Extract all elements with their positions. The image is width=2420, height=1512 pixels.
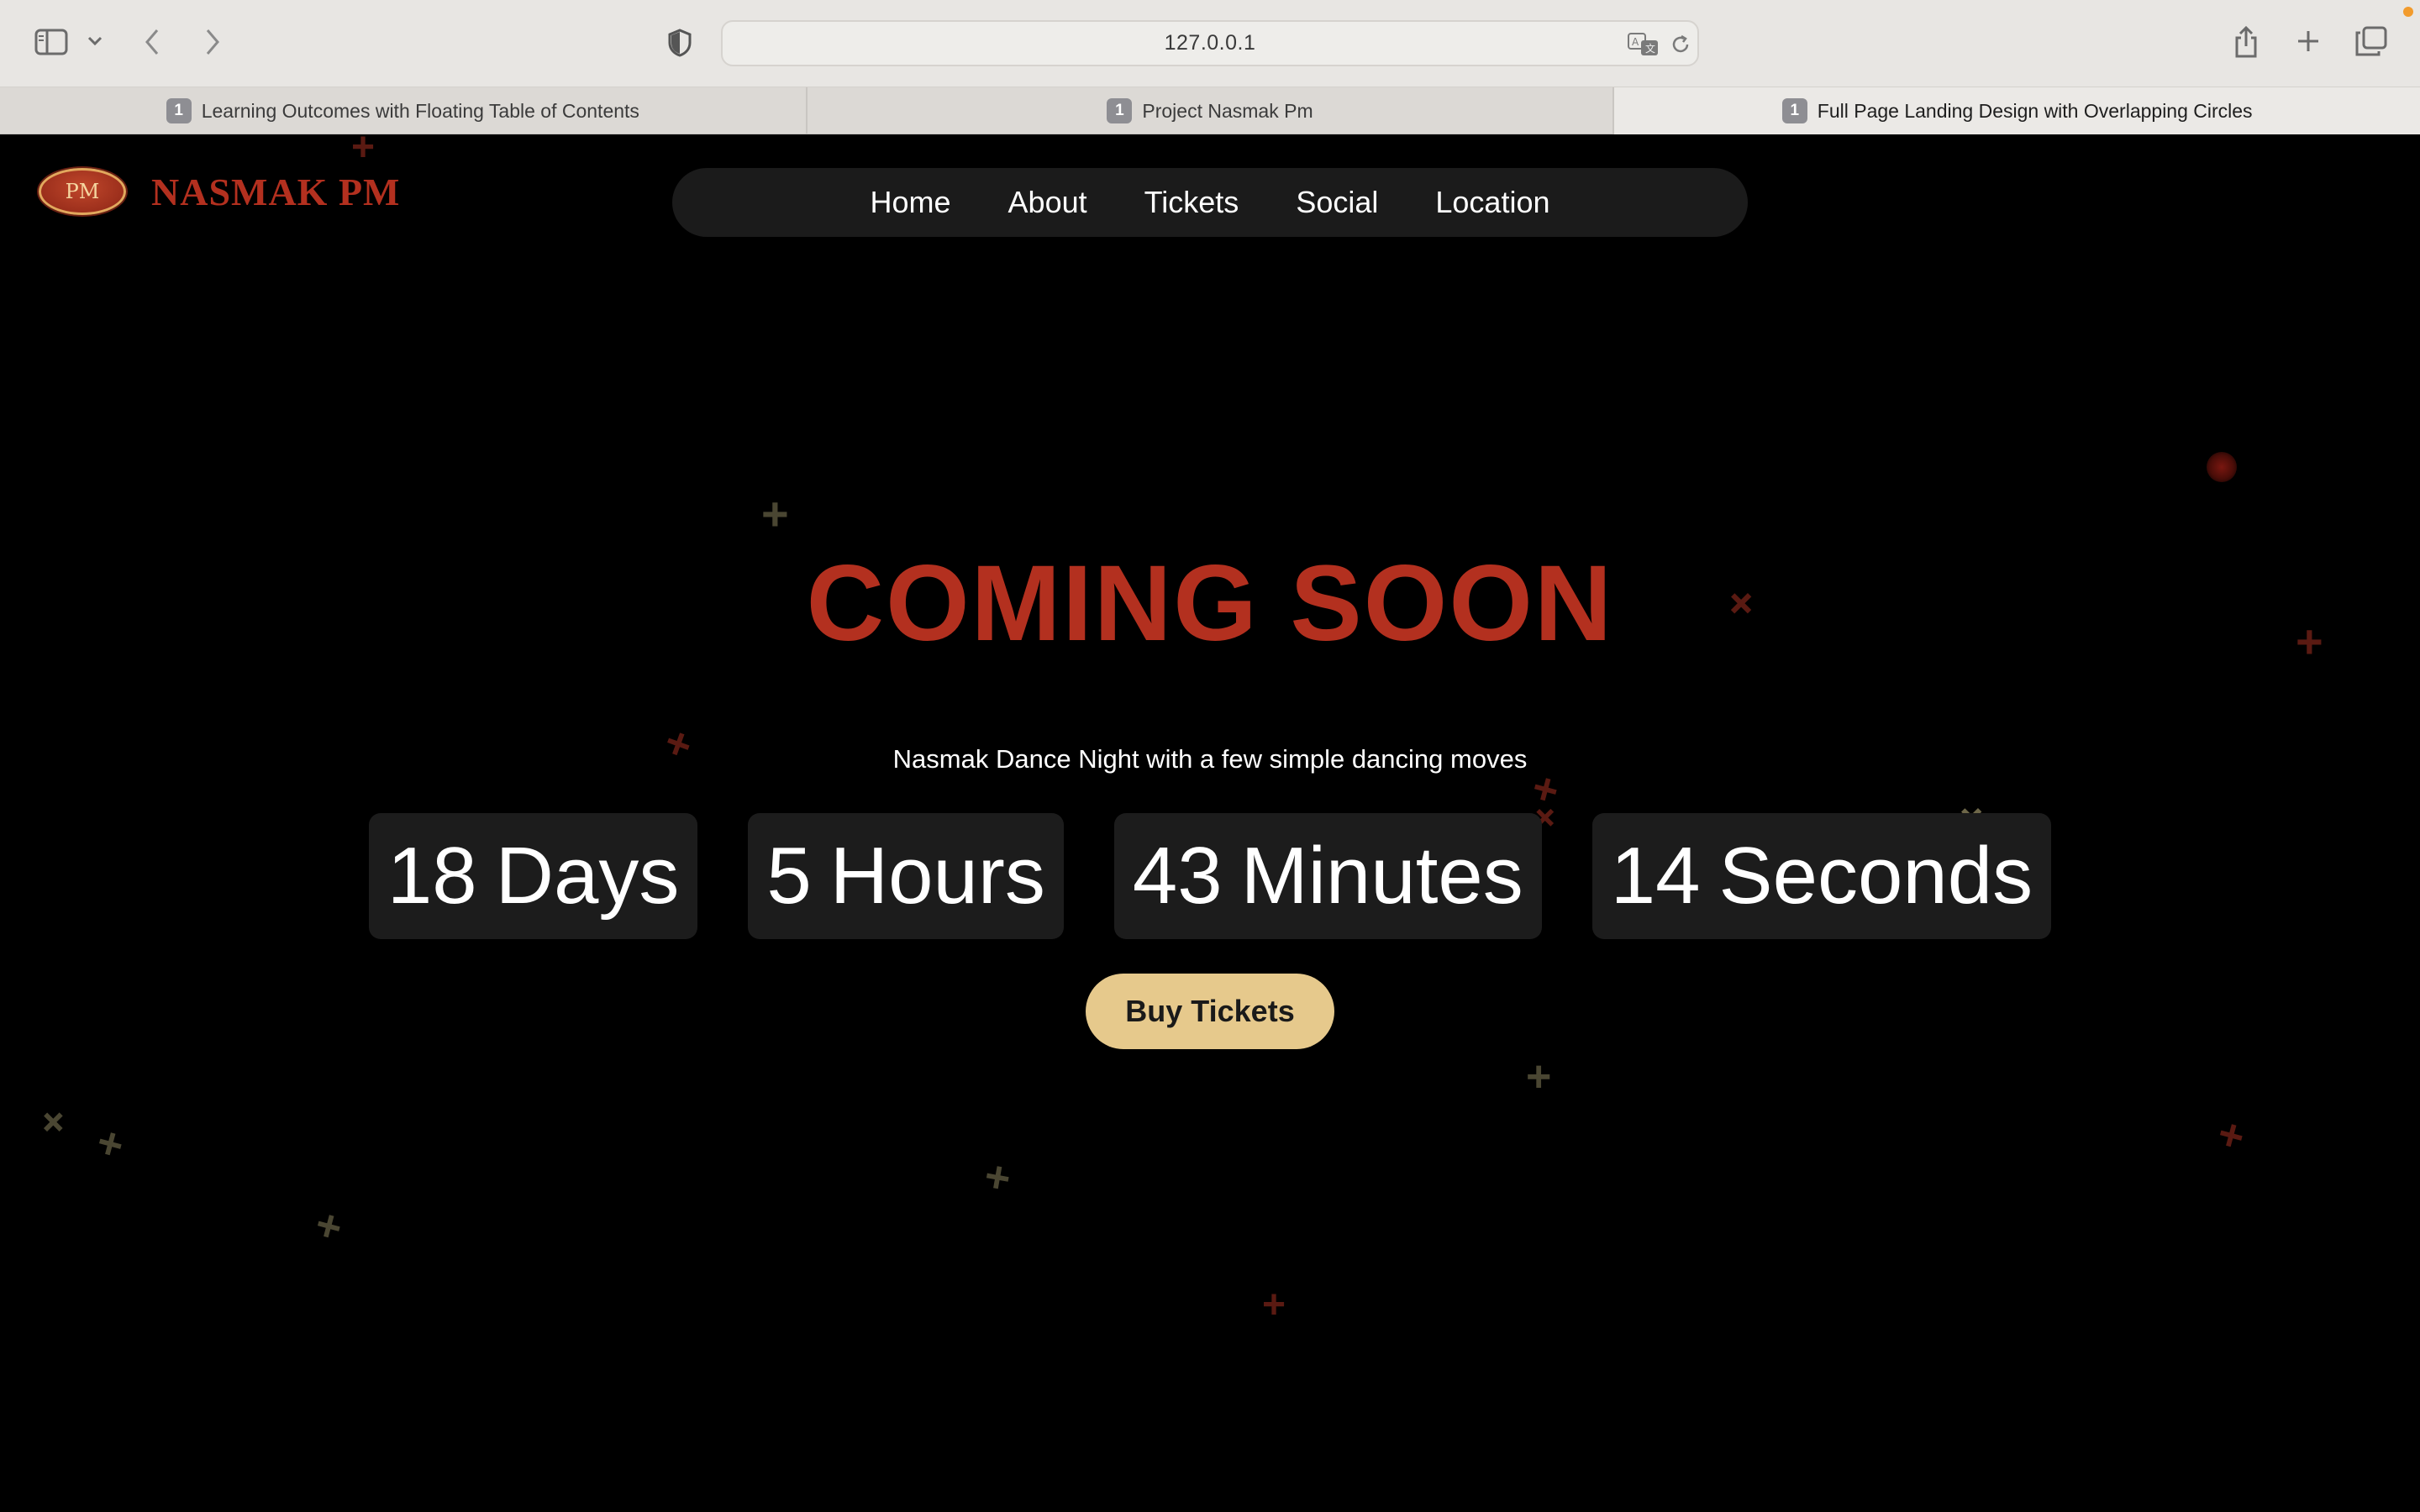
- countdown-unit: Minutes: [1240, 831, 1523, 921]
- main-nav: Home About Tickets Social Location: [672, 168, 1748, 237]
- countdown-value: 43: [1132, 831, 1223, 921]
- nav-social[interactable]: Social: [1296, 185, 1378, 220]
- tab-count-badge: 1: [1107, 98, 1133, 123]
- tab-overview-icon[interactable]: [2354, 25, 2388, 57]
- nav-home[interactable]: Home: [871, 185, 951, 220]
- nav-about[interactable]: About: [1008, 185, 1087, 220]
- countdown-hours: 5 Hours: [748, 813, 1064, 939]
- nav-tickets[interactable]: Tickets: [1144, 185, 1239, 220]
- translate-icon[interactable]: A文: [1627, 32, 1660, 57]
- privacy-shield-icon[interactable]: [666, 27, 694, 59]
- nav-location[interactable]: Location: [1435, 185, 1549, 220]
- tab-title: Project Nasmak Pm: [1142, 99, 1313, 122]
- site-logo[interactable]: PM NASMAK PM: [39, 168, 400, 215]
- glow-dot: [2207, 452, 2237, 482]
- share-icon[interactable]: [2232, 24, 2260, 60]
- plus-sparkle-icon: +: [92, 1117, 129, 1171]
- countdown-value: 14: [1610, 831, 1701, 921]
- back-arrow-icon[interactable]: [139, 25, 165, 59]
- tab-title: Full Page Landing Design with Overlappin…: [1817, 99, 2253, 122]
- landing-page: + + + + + + + + + + + + + + + + PM NASMA…: [0, 134, 2420, 1512]
- countdown-value: 18: [387, 831, 477, 921]
- forward-arrow-icon[interactable]: [200, 25, 225, 59]
- plus-sparkle-icon: +: [351, 134, 376, 170]
- address-bar[interactable]: 127.0.0.1 A文: [721, 20, 1699, 66]
- url-text: 127.0.0.1: [1164, 31, 1256, 55]
- plus-sparkle-icon: +: [1526, 1053, 1552, 1101]
- countdown-minutes: 43 Minutes: [1113, 813, 1542, 939]
- tab-project-nasmak[interactable]: 1 Project Nasmak Pm: [808, 87, 1615, 134]
- tab-bar: 1 Learning Outcomes with Floating Table …: [0, 87, 2420, 134]
- coming-soon-headline: COMING SOON: [806, 543, 1614, 664]
- plus-sparkle-icon: +: [761, 487, 789, 540]
- countdown-value: 5: [766, 831, 812, 921]
- sidebar-icon[interactable]: [34, 27, 69, 57]
- buy-tickets-button[interactable]: Buy Tickets: [1086, 974, 1334, 1049]
- tab-full-page-landing[interactable]: 1 Full Page Landing Design with Overlapp…: [1614, 87, 2420, 134]
- new-tab-icon[interactable]: [2294, 27, 2323, 55]
- tab-count-badge: 1: [166, 98, 192, 123]
- countdown-unit: Hours: [829, 831, 1045, 921]
- countdown-unit: Seconds: [1718, 831, 2033, 921]
- tab-title: Learning Outcomes with Floating Table of…: [201, 99, 639, 122]
- countdown-timer: 18 Days 5 Hours 43 Minutes 14 Seconds: [0, 813, 2420, 939]
- plus-sparkle-icon: +: [2212, 1109, 2250, 1163]
- plus-sparkle-icon: +: [310, 1200, 348, 1253]
- countdown-unit: Days: [495, 831, 680, 921]
- svg-text:文: 文: [1645, 42, 1655, 55]
- event-subtitle: Nasmak Dance Night with a few simple dan…: [892, 744, 1528, 774]
- browser-toolbar: 127.0.0.1 A文: [0, 0, 2420, 87]
- chevron-down-icon[interactable]: [86, 32, 104, 50]
- plus-sparkle-icon: +: [1262, 1283, 1286, 1327]
- tab-learning-outcomes[interactable]: 1 Learning Outcomes with Floating Table …: [0, 87, 808, 134]
- logo-text: NASMAK PM: [151, 170, 401, 213]
- plus-sparkle-icon: +: [981, 1151, 1015, 1205]
- countdown-seconds: 14 Seconds: [1591, 813, 2052, 939]
- svg-text:A: A: [1632, 36, 1639, 48]
- tab-count-badge: 1: [1781, 98, 1807, 123]
- logo-badge: PM: [39, 168, 126, 215]
- reload-icon[interactable]: [1669, 32, 1692, 57]
- plus-sparkle-icon: +: [26, 1095, 80, 1149]
- countdown-days: 18 Days: [368, 813, 698, 939]
- notification-dot: [2403, 7, 2413, 17]
